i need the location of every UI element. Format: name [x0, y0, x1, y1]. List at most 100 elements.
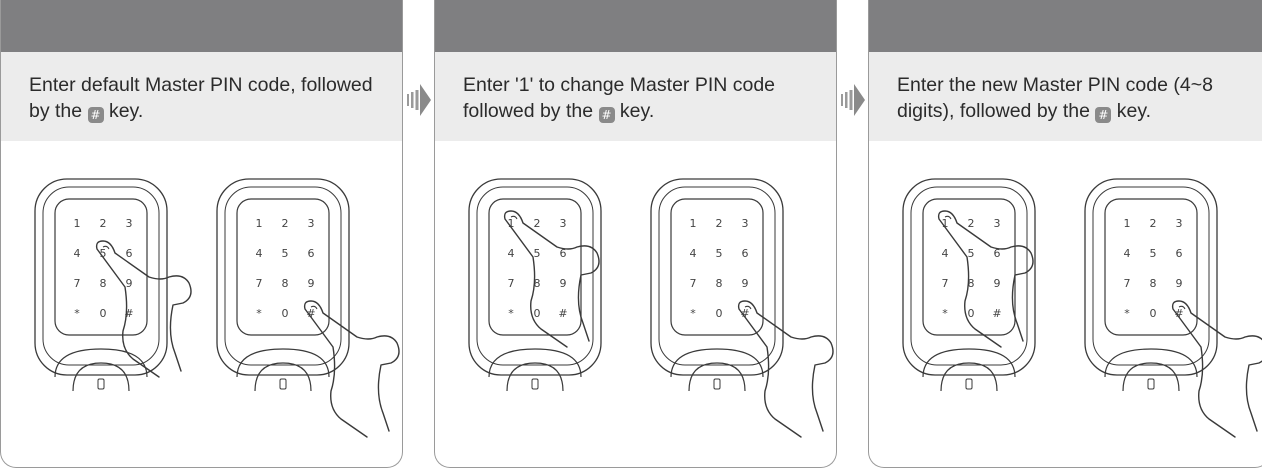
step-instruction: Enter the new Master PIN code (4~8 digit…: [897, 74, 1213, 123]
keypad-key: *: [74, 307, 80, 320]
keypad-key: 6: [1176, 247, 1183, 260]
pressing-finger: [937, 210, 1034, 348]
step-instruction: Enter default Master PIN code, followed …: [29, 74, 373, 123]
keypad-key: 7: [256, 277, 263, 290]
keypad-key: 6: [308, 247, 315, 260]
keypad-key: 4: [256, 247, 263, 260]
keypad-key: 7: [690, 277, 697, 290]
keypad-key: 5: [716, 247, 723, 260]
lock-body-inner: [1092, 186, 1210, 366]
pressing-finger: [737, 300, 834, 438]
keypad-key: 3: [742, 217, 749, 230]
right-arrow-icon: [841, 84, 865, 116]
step-header-bar: [435, 0, 836, 52]
keypad-key: 0: [100, 307, 107, 320]
hand-outline: [303, 300, 400, 438]
hand-outline: [937, 210, 1034, 348]
step-header-bar: [1, 0, 402, 52]
keypad-key: 3: [994, 217, 1001, 230]
hash-key-icon: #: [1095, 107, 1112, 123]
keypad-key: 1: [690, 217, 697, 230]
keypad-key: 4: [942, 247, 949, 260]
lock-body-inner: [658, 186, 776, 366]
keypad-key: #: [992, 307, 1001, 320]
deadbolt-knob: [254, 362, 312, 392]
keypad-key: 5: [1150, 247, 1157, 260]
lock-body-inner: [42, 186, 160, 366]
keypad-key: 7: [1124, 277, 1131, 290]
pressing-finger: [303, 300, 400, 438]
keypad-key: 9: [994, 277, 1001, 290]
keypad-key: 2: [100, 217, 107, 230]
keypad-key: 4: [1124, 247, 1131, 260]
keypad-key: 0: [534, 307, 541, 320]
keypad-key: 0: [1150, 307, 1157, 320]
keypad-key: #: [558, 307, 567, 320]
keypad-key: 6: [126, 247, 133, 260]
keypad-key: 0: [282, 307, 289, 320]
step-panel-1: Enter default Master PIN code, followed …: [0, 0, 403, 468]
hash-key-icon: #: [87, 107, 104, 123]
keypad-key: 4: [74, 247, 81, 260]
deadbolt-knob: [506, 362, 564, 392]
keypad-key: 1: [1124, 217, 1131, 230]
keypad-key: 5: [968, 247, 975, 260]
deadbolt-knob: [72, 362, 130, 392]
keypad-key: 5: [282, 247, 289, 260]
step-instruction: Enter '1' to change Master PIN code foll…: [463, 74, 776, 123]
key-slot: [965, 378, 973, 390]
key-slot: [279, 378, 287, 390]
keypad-key: 1: [256, 217, 263, 230]
keypad-key: 7: [74, 277, 81, 290]
keypad-key: *: [256, 307, 262, 320]
keypad-key: *: [690, 307, 696, 320]
keypad-lock: 1 2 34 5 67 8 9* 0 #: [468, 178, 602, 392]
keypad-key: 2: [282, 217, 289, 230]
keypad-key: 3: [126, 217, 133, 230]
right-arrow-icon: [407, 84, 431, 116]
keypad-key: 0: [716, 307, 723, 320]
lock-illustration: 1 2 34 5 67 8 9* 0 #1 2 34 5 67 8 9* 0 #: [34, 178, 400, 438]
step-header-bar: [869, 0, 1262, 52]
keypad-key: 8: [1150, 277, 1157, 290]
keypad-key: 4: [508, 247, 515, 260]
keypad-key: 2: [534, 217, 541, 230]
keypad-key: 7: [942, 277, 949, 290]
key-slot: [531, 378, 539, 390]
keypad-key: 8: [716, 277, 723, 290]
lock-body-inner: [224, 186, 342, 366]
step-panel-2: Enter '1' to change Master PIN code foll…: [434, 0, 837, 468]
keypad-key: 3: [560, 217, 567, 230]
keypad-key: 9: [742, 277, 749, 290]
hand-outline: [737, 300, 834, 438]
keypad-key: 9: [560, 277, 567, 290]
hand-outline: [503, 210, 600, 348]
keypad-key: *: [508, 307, 514, 320]
keypad-lock: 1 2 34 5 67 8 9* 0 #: [216, 178, 400, 438]
keypad-lock: 1 2 34 5 67 8 9* 0 #: [902, 178, 1036, 392]
keypad-lock: 1 2 34 5 67 8 9* 0 #: [650, 178, 834, 438]
deadbolt-knob: [688, 362, 746, 392]
deadbolt-knob: [1122, 362, 1180, 392]
keypad-key: 1: [74, 217, 81, 230]
keypad-key: 8: [282, 277, 289, 290]
lock-illustration: 1 2 34 5 67 8 9* 0 #1 2 34 5 67 8 9* 0 #: [902, 178, 1262, 438]
keypad-key: 9: [1176, 277, 1183, 290]
keypad-lock: 1 2 34 5 67 8 9* 0 #: [34, 178, 192, 392]
hand-outline: [95, 240, 192, 378]
keypad-key: 3: [308, 217, 315, 230]
keypad-key: 4: [690, 247, 697, 260]
key-slot: [713, 378, 721, 390]
keypad-key: 2: [1150, 217, 1157, 230]
keypad-key: 8: [100, 277, 107, 290]
keypad-key: 0: [968, 307, 975, 320]
deadbolt-knob: [940, 362, 998, 392]
hash-key-icon: #: [598, 107, 615, 123]
pressing-finger: [503, 210, 600, 348]
key-slot: [97, 378, 105, 390]
pressing-finger: [95, 240, 192, 378]
keypad-key: *: [1124, 307, 1130, 320]
keypad-key: 2: [716, 217, 723, 230]
keypad-key: 6: [742, 247, 749, 260]
keypad-lock: 1 2 34 5 67 8 9* 0 #: [1084, 178, 1262, 438]
